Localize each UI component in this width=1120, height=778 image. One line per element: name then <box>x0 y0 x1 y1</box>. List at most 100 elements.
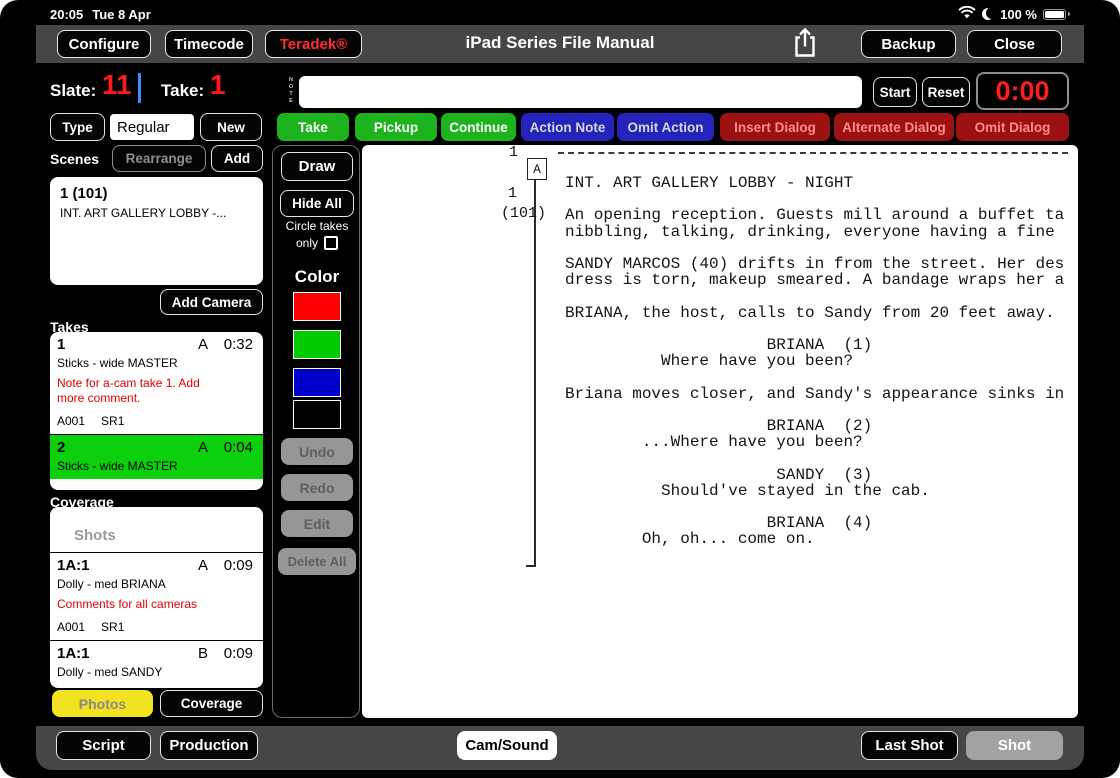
photos-button[interactable]: Photos <box>52 690 153 717</box>
slate-value[interactable]: 11 <box>102 71 132 99</box>
text-caret <box>138 73 141 103</box>
app-window: 20:05 Tue 8 Apr 100 % iPad Series File M… <box>0 0 1120 778</box>
new-button[interactable]: New <box>200 113 262 141</box>
circle-takes-label: Circle takes <box>273 219 361 233</box>
edit-button[interactable]: Edit <box>281 510 353 537</box>
script-line: BRIANA, the host, calls to Sandy from 20… <box>565 305 1064 321</box>
take-row-head: 2 A 0:04 <box>57 439 255 457</box>
draw-tools-panel: Draw Hide All Circle takes only Color Un… <box>272 145 360 718</box>
rearrange-button[interactable]: Rearrange <box>112 145 206 172</box>
camera-roll: A001 <box>57 414 85 428</box>
shot-button[interactable]: Shot <box>966 731 1063 760</box>
note-input[interactable] <box>299 76 862 108</box>
moon-icon <box>982 8 994 20</box>
timecode-button[interactable]: Timecode <box>165 30 253 58</box>
script-line: BRIANA (2) <box>565 418 1064 434</box>
take-value[interactable]: 1 <box>210 71 226 99</box>
delete-all-button[interactable]: Delete All <box>278 548 356 575</box>
hide-all-button[interactable]: Hide All <box>280 190 354 217</box>
shot-row[interactable]: 1A:1 A 0:09 Dolly - med BRIANA Comments … <box>50 552 263 640</box>
script-line <box>565 240 1064 256</box>
timer-display: 0:00 <box>976 72 1069 110</box>
start-button[interactable]: Start <box>873 77 917 107</box>
reset-button[interactable]: Reset <box>922 77 970 107</box>
script-line: dress is torn, makeup smeared. A bandage… <box>565 272 1064 288</box>
take-number: 2 <box>57 439 65 456</box>
battery-fill <box>1045 11 1064 18</box>
script-tab-button[interactable]: Script <box>56 731 151 760</box>
circle-takes-checkbox[interactable] <box>324 236 338 250</box>
omit-action-button[interactable]: Omit Action <box>617 113 714 141</box>
redo-button[interactable]: Redo <box>281 474 353 501</box>
camera-letter: A <box>198 439 208 456</box>
sound-roll: SR1 <box>101 620 124 634</box>
shot-row-head: 1A:1 A 0:09 <box>57 557 255 575</box>
take-row-selected[interactable]: 2 A 0:04 Sticks - wide MASTER <box>50 434 263 479</box>
take-type-input[interactable] <box>110 114 194 140</box>
script-line: BRIANA (1) <box>565 337 1064 353</box>
script-page[interactable]: 1 A 1 (101) INT. ART GALLERY LOBBY - NIG… <box>362 145 1078 718</box>
battery-nub <box>1068 12 1070 16</box>
take-line-end <box>526 565 535 567</box>
take-description: Sticks - wide MASTER <box>57 459 255 473</box>
alternate-dialog-button[interactable]: Alternate Dialog <box>834 113 954 141</box>
scenes-label: Scenes <box>50 151 99 167</box>
omit-dialog-button[interactable]: Omit Dialog <box>956 113 1069 141</box>
line-scene-id: (101) <box>501 205 546 222</box>
take-row-head: 1 A 0:32 <box>57 336 255 354</box>
shot-id: 1A:1 <box>57 557 90 574</box>
take-duration: 0:04 <box>224 439 253 456</box>
take-row[interactable]: 1 A 0:32 Sticks - wide MASTER Note for a… <box>50 332 263 434</box>
configure-button[interactable]: Configure <box>57 30 151 58</box>
close-button[interactable]: Close <box>967 30 1062 58</box>
status-bar: 20:05 Tue 8 Apr 100 % <box>0 0 1120 25</box>
script-line <box>565 321 1064 337</box>
line-scene-number: 1 <box>508 185 517 202</box>
add-camera-button[interactable]: Add Camera <box>160 289 263 315</box>
backup-button[interactable]: Backup <box>861 30 956 58</box>
shot-duration: 0:09 <box>224 645 253 662</box>
scene-heading: INT. ART GALLERY LOBBY -... <box>50 202 263 220</box>
coverage-button[interactable]: Coverage <box>160 690 263 717</box>
share-icon[interactable] <box>792 26 818 64</box>
script-line: Where have you been? <box>565 353 1064 369</box>
script-line <box>565 369 1064 385</box>
shots-header: Shots <box>50 507 263 552</box>
clock: 20:05 <box>50 7 83 22</box>
circle-takes-row: only <box>273 236 361 250</box>
action-note-button[interactable]: Action Note <box>521 113 614 141</box>
battery-icon <box>1043 9 1066 20</box>
color-swatch-black[interactable] <box>293 400 341 429</box>
color-swatch-blue[interactable] <box>293 368 341 397</box>
takes-list: 1 A 0:32 Sticks - wide MASTER Note for a… <box>50 332 263 490</box>
script-text: INT. ART GALLERY LOBBY - NIGHT An openin… <box>565 175 1064 548</box>
battery-percent: 100 % <box>1000 7 1037 22</box>
continue-button[interactable]: Continue <box>441 113 516 141</box>
camera-letter: A <box>198 336 208 353</box>
type-button[interactable]: Type <box>50 113 105 141</box>
take-button[interactable]: Take <box>277 113 349 141</box>
shot-description: Dolly - med SANDY <box>57 665 255 679</box>
production-tab-button[interactable]: Production <box>160 731 258 760</box>
cam-sound-button[interactable]: Cam/Sound <box>457 731 557 760</box>
coverage-list: Shots 1A:1 A 0:09 Dolly - med BRIANA Com… <box>50 507 263 688</box>
status-left: 20:05 Tue 8 Apr <box>50 7 151 22</box>
wifi-icon <box>958 6 976 22</box>
take-line-marker[interactable]: A <box>527 158 547 180</box>
last-shot-button[interactable]: Last Shot <box>861 731 958 760</box>
script-line: BRIANA (4) <box>565 515 1064 531</box>
script-line: INT. ART GALLERY LOBBY - NIGHT <box>565 175 1064 191</box>
insert-dialog-button[interactable]: Insert Dialog <box>720 113 830 141</box>
undo-button[interactable]: Undo <box>281 438 353 465</box>
scene-list[interactable]: 1 (101) INT. ART GALLERY LOBBY -... <box>50 177 263 285</box>
color-swatch-red[interactable] <box>293 292 341 321</box>
script-line <box>565 288 1064 304</box>
pickup-button[interactable]: Pickup <box>355 113 437 141</box>
color-swatch-green[interactable] <box>293 330 341 359</box>
add-scene-button[interactable]: Add <box>211 145 263 172</box>
script-line: SANDY MARCOS (40) drifts in from the str… <box>565 256 1064 272</box>
scene-number: 1 (101) <box>50 177 263 202</box>
teradek-button[interactable]: Teradek® <box>265 30 362 58</box>
shot-row[interactable]: 1A:1 B 0:09 Dolly - med SANDY <box>50 640 263 685</box>
draw-button[interactable]: Draw <box>281 152 353 181</box>
